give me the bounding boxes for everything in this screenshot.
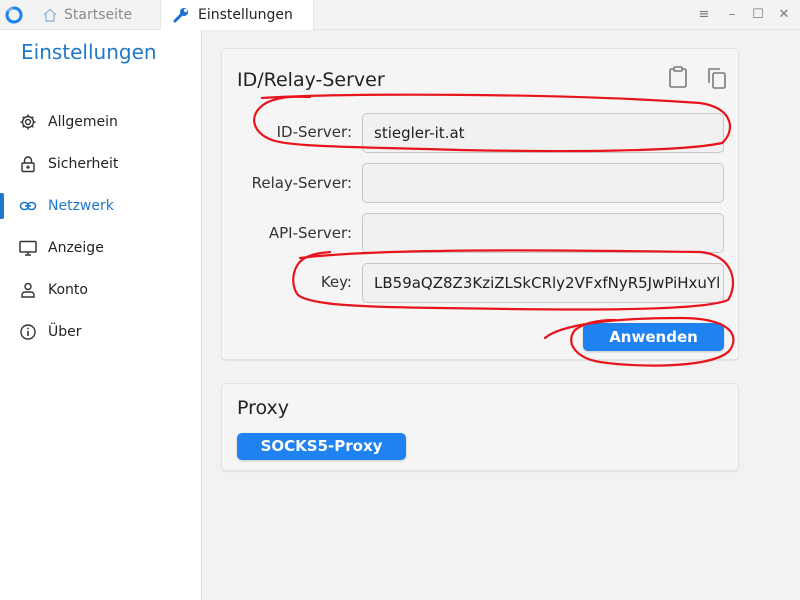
home-icon: [43, 8, 57, 22]
apply-button[interactable]: Anwenden: [583, 323, 724, 351]
sidebar-item-label: Anzeige: [48, 240, 104, 256]
proxy-card: Proxy SOCKS5-Proxy: [221, 383, 739, 471]
monitor-icon: [19, 240, 37, 256]
info-icon: [20, 324, 36, 340]
copy-icon[interactable]: [707, 67, 727, 89]
main-content: ID/Relay-Server ID-Server: stiegler-it.a…: [202, 30, 800, 600]
sidebar-item-label: Netzwerk: [48, 198, 114, 214]
paste-icon[interactable]: [668, 66, 688, 88]
title-bar: Startseite Einstellungen ≡ – ☐ ✕: [0, 0, 800, 30]
menu-button[interactable]: ≡: [697, 7, 711, 23]
link-icon: [19, 201, 37, 211]
close-button[interactable]: ✕: [777, 7, 791, 23]
sidebar-item-sicherheit[interactable]: Sicherheit: [0, 144, 201, 184]
tab-home[interactable]: Startseite: [32, 0, 158, 30]
maximize-button[interactable]: ☐: [751, 7, 765, 23]
relay-server-input[interactable]: [362, 163, 724, 203]
app-logo-icon: [5, 6, 23, 24]
sidebar-item-allgemein[interactable]: Allgemein: [0, 102, 201, 142]
api-server-input[interactable]: [362, 213, 724, 253]
socks5-proxy-button[interactable]: SOCKS5-Proxy: [237, 433, 406, 460]
id-server-label: ID-Server:: [276, 123, 352, 141]
api-server-label: API-Server:: [268, 224, 352, 242]
minimize-button[interactable]: –: [725, 7, 739, 23]
wrench-icon: [173, 8, 188, 23]
sidebar-item-label: Allgemein: [48, 114, 118, 130]
card-title: Proxy: [237, 397, 290, 419]
sidebar-item-konto[interactable]: Konto: [0, 270, 201, 310]
relay-server-label: Relay-Server:: [251, 174, 352, 192]
sidebar-item-ueber[interactable]: Über: [0, 312, 201, 352]
key-input[interactable]: LB59aQZ8Z3KziZLSkCRly2VFxfNyR5JwPiHxuYl: [362, 263, 724, 303]
tab-settings[interactable]: Einstellungen: [160, 0, 314, 30]
tab-label: Einstellungen: [198, 7, 293, 23]
card-title: ID/Relay-Server: [237, 69, 385, 91]
server-card: ID/Relay-Server ID-Server: stiegler-it.a…: [221, 48, 739, 360]
id-server-input[interactable]: stiegler-it.at: [362, 113, 724, 153]
sidebar-item-label: Konto: [48, 282, 88, 298]
sidebar-item-netzwerk[interactable]: Netzwerk: [0, 186, 201, 226]
sidebar-item-label: Sicherheit: [48, 156, 119, 172]
lock-icon: [21, 156, 35, 173]
sidebar-item-anzeige[interactable]: Anzeige: [0, 228, 201, 268]
sidebar-item-label: Über: [48, 324, 82, 340]
key-label: Key:: [320, 273, 352, 291]
sidebar-title: Einstellungen: [21, 40, 157, 64]
sidebar: Einstellungen Allgemein Sicherheit Netzw…: [0, 30, 202, 600]
gear-icon: [20, 114, 36, 130]
user-icon: [21, 282, 35, 298]
tab-label: Startseite: [64, 7, 133, 23]
